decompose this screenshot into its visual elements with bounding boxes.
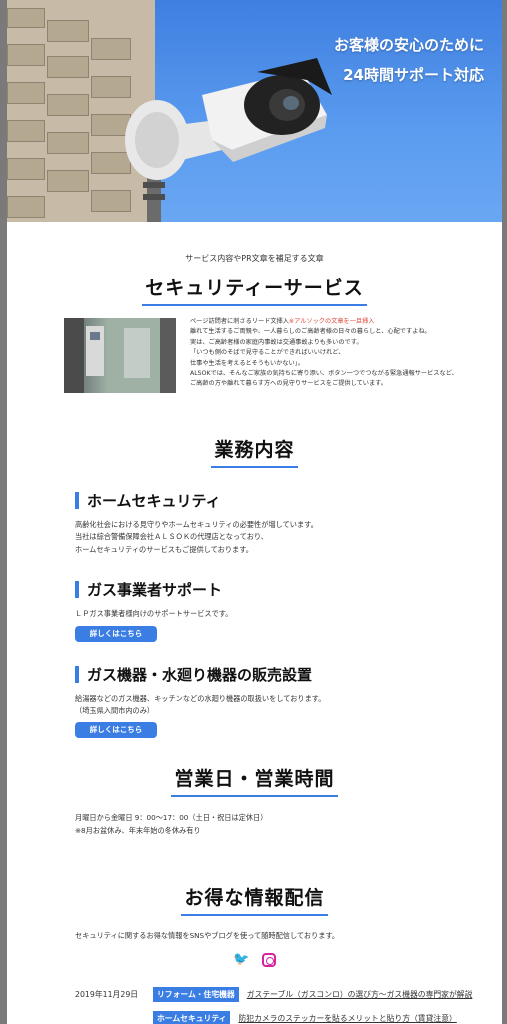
- service-description-line: 高齢化社会における見守りやホームセキュリティの必要性が増しています。: [75, 520, 318, 529]
- section-title-security-text: セキュリティーサービス: [142, 273, 367, 306]
- intro-block: ページ訪問者に刺さるリード文挿入※アルソックの文章を一旦挿入 離れて生活するご両…: [7, 315, 502, 405]
- hero-line-2: 24時間サポート対応: [343, 66, 484, 84]
- service-heading: ガス機器・水廻り機器の販売設置: [75, 664, 502, 685]
- twitter-icon[interactable]: 🐦: [233, 952, 249, 967]
- intro-text-line7: ご高齢の方や離れて暮らす方への見守りサービスをご提供しています。: [190, 380, 387, 388]
- service-gas-equipment: ガス機器・水廻り機器の販売設置 給湯器などのガス機器、キッチンなどの水廻り機器の…: [75, 664, 502, 739]
- sns-links: 🐦: [7, 949, 502, 967]
- heading-accent-bar: [75, 492, 79, 509]
- section-title-business: 業務内容: [7, 435, 502, 468]
- service-heading: ホームセキュリティ: [75, 490, 502, 511]
- intro-text: ページ訪問者に刺さるリード文挿入※アルソックの文章を一旦挿入 離れて生活するご両…: [190, 317, 490, 390]
- service-gas-support: ガス事業者サポート ＬＰガス事業者様向けのサポートサービスです。 詳しくはこちら: [75, 579, 502, 642]
- news-item: ホームセキュリティ 防犯カメラのステッカーを貼るメリットと貼り方（賃貸注意）: [75, 1009, 502, 1024]
- section-title-business-text: 業務内容: [211, 435, 298, 468]
- section-title-info: お得な情報配信: [7, 883, 502, 917]
- news-title-link[interactable]: ガステーブル（ガスコンロ）の選び方〜ガス機器の専門家が解説: [247, 989, 473, 1000]
- intro-text-line3: 実は、ご高齢者様の家庭内事故は交通事故よりも多いのです。: [190, 338, 363, 346]
- news-category-badge[interactable]: ホームセキュリティ: [153, 1010, 231, 1024]
- service-description: ＬＰガス事業者様向けのサポートサービスです。: [75, 608, 502, 620]
- hours-line-1: 月曜日から金曜日 9：00〜17：00（土日・祝日は定休日）: [75, 813, 268, 823]
- news-item: 2019年11月29日 リフォーム・住宅機器 ガステーブル（ガスコンロ）の選び方…: [75, 985, 502, 1003]
- window-frame-left: [0, 0, 7, 1024]
- service-description-line: 当社は綜合警備保障会社ＡＬＳＯＫの代理店となっており、: [75, 532, 268, 542]
- intro-text-highlight: ※アルソックの文章を一旦挿入: [288, 318, 375, 325]
- gas-equipment-details-button[interactable]: 詳しくはこちら: [75, 722, 157, 739]
- intro-text-line5: 仕事や生活を考えるとそうもいかない」。: [190, 359, 304, 367]
- window-frame-right: [502, 0, 507, 1024]
- heading-accent-bar: [75, 665, 79, 683]
- section-title-security: セキュリティーサービス: [7, 273, 502, 306]
- service-description-line: ホームセキュリティのサービスもご提供しております。: [75, 544, 253, 554]
- intro-text-line6: ALSOKでは、そんなご家族の気持ちに寄り添い、ボタン一つでつながる緊急通報サー…: [190, 370, 458, 378]
- intro-text-line4: 「いつも側のそばで見守ることができればいいけれど、: [190, 349, 345, 357]
- news-list: 2019年11月29日 リフォーム・住宅機器 ガステーブル（ガスコンロ）の選び方…: [75, 985, 502, 1024]
- instagram-icon[interactable]: [262, 952, 277, 967]
- service-name: ホームセキュリティ: [87, 492, 221, 510]
- service-description: 給湯器などのガス機器、キッチンなどの水廻り機器の取扱いをしております。 （埼玉県…: [75, 693, 502, 718]
- page: お客様の安心のために 24時間サポート対応 サービス内容やPR文章を補足する文章…: [7, 0, 502, 1024]
- hero-title: お客様の安心のために 24時間サポート対応: [334, 30, 484, 90]
- intro-small-lead: サービス内容やPR文章を補足する文章: [185, 254, 324, 263]
- hours-text: 月曜日から金曜日 9：00〜17：00（土日・祝日は定休日） ※8月お盆休み、年…: [75, 812, 502, 837]
- hero-line-1: お客様の安心のために: [333, 36, 484, 54]
- service-heading: ガス事業者サポート: [75, 579, 502, 600]
- service-name: ガス事業者サポート: [87, 581, 223, 600]
- gas-support-details-button[interactable]: 詳しくはこちら: [75, 625, 157, 642]
- section-title-hours: 営業日・営業時間: [7, 764, 502, 798]
- news-category-badge[interactable]: リフォーム・住宅機器: [153, 986, 239, 1002]
- news-date: 2019年11月29日: [75, 989, 139, 999]
- service-name: ガス機器・水廻り機器の販売設置: [87, 665, 313, 684]
- hero-banner: お客様の安心のために 24時間サポート対応: [7, 0, 502, 222]
- heading-accent-bar: [75, 581, 79, 599]
- hours-line-2: ※8月お盆休み、年末年始の冬休み有り: [75, 825, 201, 835]
- section-title-info-text: お得な情報配信: [181, 883, 328, 917]
- service-description-line: （埼玉県入間市内のみ）: [75, 706, 155, 716]
- service-home-security: ホームセキュリティ 高齢化社会における見守りやホームセキュリティの必要性が増して…: [75, 490, 502, 556]
- intro-text-line2: 離れて生活するご両親や、一人暮らしのご高齢者様の日々の暮らしと、心配ですよね。: [190, 328, 431, 336]
- news-title-link[interactable]: 防犯カメラのステッカーを貼るメリットと貼り方（賃貸注意）: [238, 1013, 456, 1024]
- service-description: 高齢化社会における見守りやホームセキュリティの必要性が増しています。 当社は綜合…: [75, 519, 502, 556]
- section-title-hours-text: 営業日・営業時間: [171, 764, 338, 798]
- intro-photo: [64, 318, 176, 393]
- service-description-line: ＬＰガス事業者様向けのサポートサービスです。: [75, 609, 233, 619]
- service-description-line: 給湯器などのガス機器、キッチンなどの水廻り機器の取扱いをしております。: [75, 693, 326, 703]
- info-text: セキュリティに関するお得な情報をSNSやブログを使って随時配信しております。: [75, 931, 340, 941]
- intro-text-line1: ページ訪問者に刺さるリード文挿入: [190, 318, 289, 325]
- intro-photo-art: [64, 318, 176, 393]
